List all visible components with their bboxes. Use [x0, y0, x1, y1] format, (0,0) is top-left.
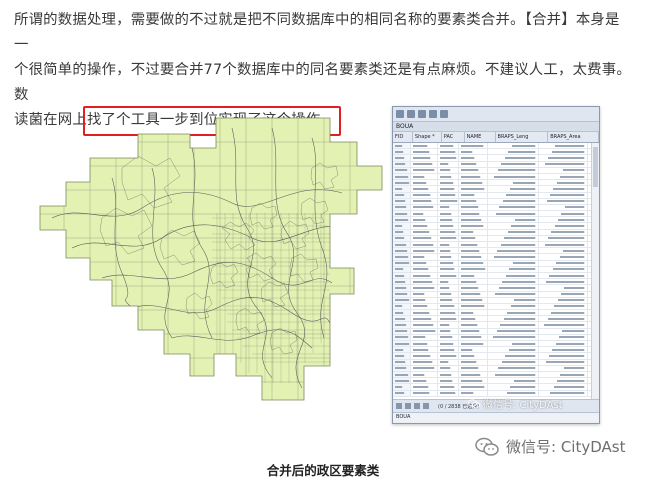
table-title: BOUA — [393, 122, 599, 132]
watermark-large: 微信号: CityDAst — [474, 436, 625, 457]
column-header[interactable]: BRAPS_Area — [548, 132, 599, 142]
column-header[interactable]: PAC — [442, 132, 465, 142]
china-map-image — [39, 117, 383, 401]
wechat-icon — [468, 398, 480, 408]
record-nav-icon[interactable] — [405, 403, 411, 409]
switch-selection-icon[interactable] — [429, 110, 437, 118]
watermark-small: 微信号: CityDAst — [468, 396, 563, 411]
merged-map-figure — [12, 108, 392, 408]
wechat-icon — [475, 437, 499, 456]
article-line-1: 所谓的数据处理，需要做的不过就是把不同数据库中的相同名称的要素类合并。【合并】本… — [14, 12, 620, 53]
attribute-table-window[interactable]: BOUA FID Shape * PAC NAME BRAPS_Leng BRA… — [392, 106, 600, 424]
column-header[interactable]: BRAPS_Leng — [496, 132, 549, 142]
table-body[interactable] — [393, 143, 599, 399]
record-nav-icon[interactable] — [414, 403, 420, 409]
table-header-row: FID Shape * PAC NAME BRAPS_Leng BRAPS_Ar… — [393, 132, 599, 143]
table-options-icon[interactable] — [396, 110, 404, 118]
column-header[interactable]: Shape * — [413, 132, 442, 142]
watermark-small-text: 微信号: CityDAst — [483, 400, 563, 411]
record-nav-icon[interactable] — [423, 403, 429, 409]
clear-selection-icon[interactable] — [440, 110, 448, 118]
record-nav-icon[interactable] — [396, 403, 402, 409]
select-by-attributes-icon[interactable] — [418, 110, 426, 118]
figure-caption: 合并后的政区要素类 — [266, 463, 380, 478]
table-toolbar[interactable] — [393, 107, 599, 122]
article-line-2: 个很简单的操作，不过要合并77个数据库中的同名要素类还是有点麻烦。不建议人工，太… — [14, 62, 631, 103]
related-tables-icon[interactable] — [407, 110, 415, 118]
table-tab[interactable]: BOUA — [393, 412, 599, 422]
table-scrollbar[interactable] — [591, 143, 599, 399]
column-header[interactable]: NAME — [465, 132, 496, 142]
column-header[interactable]: FID — [393, 132, 413, 142]
watermark-large-text: 微信号: CityDAst — [506, 438, 626, 456]
